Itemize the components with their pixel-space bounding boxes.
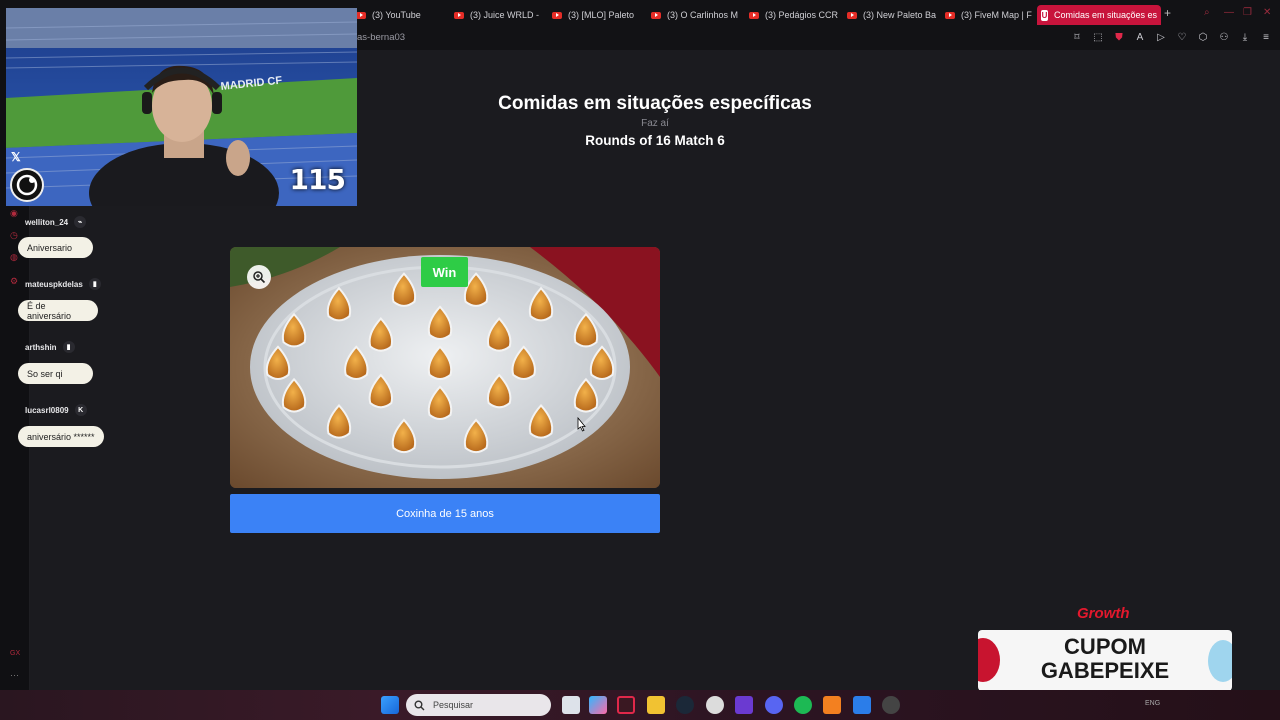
x-logo-icon: 𝕏 [11,150,21,164]
chat-username-text: lucasrl0809 [25,405,69,415]
cloudflare-icon[interactable] [823,696,841,714]
obs-icon[interactable] [882,696,900,714]
youtube-icon [552,11,562,19]
growth-logo: Growth [1077,605,1130,622]
coupon-line-1: CUPOM [1064,634,1146,659]
win-badge: Win [421,257,468,287]
task-view-icon[interactable] [562,696,580,714]
windows-taskbar: Pesquisar ENG [0,690,1280,720]
coupon-banner: CUPOM GABEPEIXE [978,630,1232,691]
streamer-logo-icon [10,168,44,202]
tab-new-paleto[interactable]: (3) New Paleto Ba [843,5,939,25]
tab-label: (3) O Carlinhos M [667,10,739,20]
taskbar-search-input[interactable]: Pesquisar [406,694,551,716]
tab-carlinhos[interactable]: (3) O Carlinhos M [647,5,743,25]
capcut-icon[interactable] [735,696,753,714]
heart-icon[interactable]: ♡ [1176,32,1188,43]
sidebar-history-icon[interactable]: ◷ [10,230,18,241]
sidebar-messenger-icon[interactable]: ◍ [10,252,18,263]
youtube-icon [651,11,661,19]
chat-message: So ser qi [18,363,93,384]
tab-juice-wrld[interactable]: (3) Juice WRLD - [450,5,546,25]
twitch-icon: ▮ [88,278,101,290]
mouse-cursor-icon [577,417,586,432]
webcam-overlay: MADRID CF 115 [6,8,357,206]
sidebar-more-icon[interactable]: ⋯ [10,670,19,681]
close-icon[interactable]: ✕ [1263,7,1271,18]
opera-gx-icon[interactable] [617,696,635,714]
toolbar-icons: ⌑ ⬚ ⛊ A ▷ ♡ ⬡ ⚇ ⤓ ≡ [1071,32,1272,43]
search-tabs-icon[interactable]: ⌕ [1204,7,1210,18]
chat-username-text: welliton_24 [25,217,69,227]
url-text[interactable]: as-berna03 [357,32,405,43]
screenshot-icon[interactable]: ⬚ [1092,32,1104,43]
new-tab-button[interactable]: + [1164,6,1171,20]
chat-username-text: arthshin [25,342,57,352]
chat-message: aniversário ****** [18,426,104,447]
steam-icon[interactable] [676,696,694,714]
chat-username-text: mateuspkdelas [25,279,83,289]
tab-label: (3) [MLO] Paleto [568,10,635,20]
tab-mlo-paleto[interactable]: (3) [MLO] Paleto [548,5,644,25]
stream-counter: 115 [289,163,346,196]
tab-label: (3) YouTube [372,10,421,20]
chat-username: lucasrl0809 K [25,404,87,416]
chat-message: É de aniversário [18,300,98,321]
youtube-icon [847,11,857,19]
kick-icon: K [74,404,87,416]
shield-icon[interactable]: ⛊ [1113,32,1125,43]
minimize-icon[interactable]: — [1224,7,1234,18]
food-image-card[interactable]: Win [230,247,660,488]
chat-username: arthshin ▮ [25,341,75,353]
translate-icon[interactable]: A [1134,32,1146,43]
youtube-icon [945,11,955,19]
maximize-icon[interactable]: ❐ [1243,7,1252,18]
tab-comidas-active[interactable]: U Comidas em situações es [1037,5,1161,25]
tab-fivem-map[interactable]: (3) FiveM Map | F [941,5,1033,25]
youtube-icon [454,11,464,19]
app-icon[interactable] [706,696,724,714]
tab-label: (3) Juice WRLD - [470,10,540,20]
youtube-icon [749,11,759,19]
copilot-icon[interactable] [589,696,607,714]
zoom-icon[interactable] [247,265,271,289]
tab-label: Comidas em situações es [1053,10,1157,20]
sidebar-gx-icon[interactable]: GX [10,650,20,657]
windows-start-icon[interactable] [381,696,399,714]
chat-message: Aniversario [18,237,93,258]
file-explorer-icon[interactable] [647,696,665,714]
tab-label: (3) FiveM Map | F [961,10,1032,20]
bookmark-icon[interactable]: ⌑ [1071,32,1083,43]
extensions-icon[interactable]: ⬡ [1197,32,1209,43]
screen: (3) YouTube (3) Juice WRLD - (3) [MLO] P… [0,0,1280,720]
chat-username: welliton_24 ⌁ [25,216,87,228]
spotify-icon[interactable] [794,696,812,714]
sidebar-settings-icon[interactable]: ⚙ [10,276,18,287]
twitch-icon: ▮ [62,341,75,353]
chat-badge-icon: ⌁ [74,216,87,228]
tab-pedagios[interactable]: (3) Pedágios CCR [745,5,841,25]
chat-username: mateuspkdelas ▮ [25,278,101,290]
coupon-line-2: GABEPEIXE [1040,658,1170,683]
tab-label: (3) Pedágios CCR [765,10,839,20]
search-icon [414,700,425,710]
choice-button[interactable]: Coxinha de 15 anos [230,494,660,533]
tray-language[interactable]: ENG [1145,700,1160,707]
tab-label: (3) New Paleto Ba [863,10,937,20]
menu-icon[interactable]: ≡ [1260,32,1272,43]
site-favicon-icon: U [1041,9,1048,21]
discord-icon[interactable] [765,696,783,714]
store-icon[interactable] [853,696,871,714]
sidebar-home-icon[interactable]: ◉ [10,208,18,219]
play-icon[interactable]: ▷ [1155,32,1167,43]
search-placeholder: Pesquisar [433,700,474,710]
youtube-icon [356,11,366,19]
account-icon[interactable]: ⚇ [1218,32,1230,43]
tab-youtube[interactable]: (3) YouTube [352,5,448,25]
download-icon[interactable]: ⤓ [1239,32,1251,43]
